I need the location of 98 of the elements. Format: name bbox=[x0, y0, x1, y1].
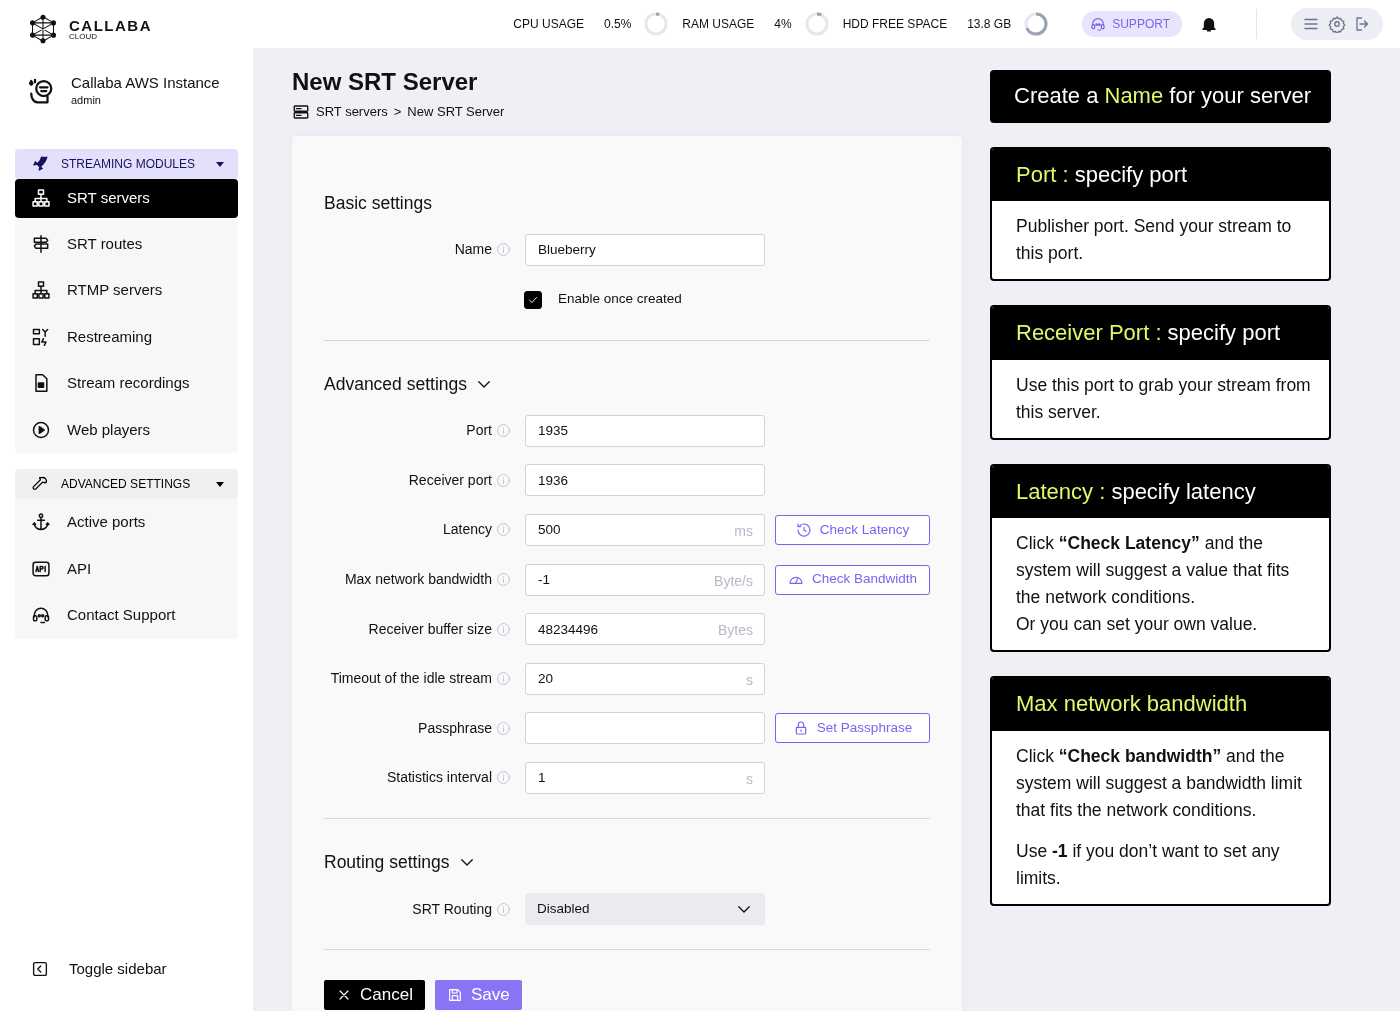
info-icon[interactable] bbox=[496, 901, 511, 917]
tip-text: Publisher port. Send your stream to this port. bbox=[1016, 215, 1293, 266]
input-field[interactable] bbox=[525, 712, 765, 745]
field-label: Receiver port bbox=[407, 470, 492, 490]
info-icon[interactable] bbox=[496, 720, 511, 736]
metric-value: 0.5% bbox=[604, 16, 632, 33]
unit-label: Byte/s bbox=[714, 571, 753, 591]
sidebar-item[interactable]: Stream recordings bbox=[15, 360, 238, 407]
dropdown[interactable]: Disabled bbox=[525, 893, 765, 926]
info-icon[interactable] bbox=[496, 522, 511, 538]
usage-ring bbox=[643, 11, 670, 37]
bell-icon[interactable] bbox=[1200, 15, 1218, 33]
sidebar-item[interactable]: Contact Support bbox=[15, 592, 238, 639]
brand-tagline: CLOUD bbox=[69, 32, 98, 41]
save-button[interactable]: Save bbox=[434, 980, 522, 1011]
sidebar-item[interactable]: RTMP servers bbox=[15, 267, 238, 314]
sidebar-item[interactable]: SRT routes bbox=[15, 220, 238, 267]
info-icon[interactable] bbox=[496, 671, 511, 687]
logo-icon bbox=[29, 14, 57, 44]
field-label: SRT Routing bbox=[411, 899, 492, 919]
unit-label: s bbox=[746, 670, 753, 690]
signpost-icon bbox=[31, 233, 51, 254]
sidebar-item[interactable]: Active ports bbox=[15, 499, 238, 546]
action-button[interactable]: Check Latency bbox=[775, 514, 930, 545]
anchor-icon bbox=[31, 512, 51, 533]
toggle-sidebar-button[interactable]: Toggle sidebar bbox=[15, 956, 238, 981]
input-field[interactable]: 1936 bbox=[525, 464, 765, 497]
checkbox-label: Enable once created bbox=[558, 290, 682, 309]
metric-label: CPU USAGE bbox=[513, 16, 584, 33]
brand-name: CALLABA bbox=[69, 17, 152, 33]
unit-label: Bytes bbox=[718, 621, 753, 641]
field-label: Name bbox=[453, 240, 492, 260]
input-field[interactable]: 1935 bbox=[525, 414, 765, 447]
tip-text: Or you can set your own value. bbox=[1016, 613, 1259, 637]
headset-icon bbox=[1090, 16, 1107, 32]
tip-text: Use this port to grab your stream from this server. bbox=[1016, 373, 1311, 424]
metric-label: RAM USAGE bbox=[682, 16, 755, 33]
headset-icon bbox=[31, 605, 51, 626]
section-title: Routing settings bbox=[324, 850, 450, 874]
sidebar-item[interactable]: Web players bbox=[15, 406, 238, 453]
floppy-icon bbox=[446, 987, 463, 1004]
metric-value: 4% bbox=[774, 16, 792, 33]
grid-icon bbox=[31, 326, 51, 347]
tip-banner: Create a Name for your server bbox=[990, 70, 1331, 123]
breadcrumb-separator: > bbox=[393, 103, 402, 122]
checkbox[interactable] bbox=[524, 290, 542, 309]
info-icon[interactable] bbox=[496, 242, 511, 258]
tip-text: Click “Check Latency” and the system will suggest a value that fits the network conditions. bbox=[1016, 532, 1291, 610]
sidebar-group-header[interactable]: ADVANCED SETTINGS bbox=[15, 469, 238, 499]
field-label: Port bbox=[465, 421, 492, 441]
action-button[interactable]: Set Passphrase bbox=[775, 713, 930, 744]
instance-name: Callaba AWS Instance bbox=[71, 74, 220, 92]
network-icon bbox=[31, 280, 51, 301]
sidebar-item[interactable]: Restreaming bbox=[15, 313, 238, 360]
collapse-icon bbox=[31, 959, 49, 978]
field-label: Passphrase bbox=[417, 718, 492, 738]
field-label: Statistics interval bbox=[385, 768, 492, 788]
tip-title: Receiver Port : specify port bbox=[992, 307, 1329, 360]
tip-text: Click “Check bandwidth” and the system will suggest a bandwidth limit that fits the network conditions. bbox=[1016, 744, 1303, 822]
support-button[interactable]: SUPPORT bbox=[1082, 11, 1182, 37]
play-icon bbox=[31, 419, 51, 440]
breadcrumb-current: New SRT Server bbox=[407, 103, 505, 122]
info-icon[interactable] bbox=[496, 423, 511, 439]
field-label: Latency bbox=[441, 520, 492, 540]
sidebar-item[interactable]: SRT servers bbox=[15, 178, 238, 218]
section-title: Advanced settings bbox=[324, 372, 467, 396]
tip-title: Port : specify port bbox=[992, 148, 1329, 202]
tip-title: Latency : specify latency bbox=[992, 465, 1329, 519]
field-label: Receiver buffer size bbox=[367, 619, 492, 639]
action-button[interactable]: Check Bandwidth bbox=[775, 564, 930, 595]
field-label: Timeout of the idle stream bbox=[329, 669, 492, 689]
breadcrumb-link[interactable]: SRT servers bbox=[316, 102, 388, 122]
rocket-icon bbox=[31, 154, 49, 173]
network-icon bbox=[31, 188, 51, 208]
usage-ring bbox=[803, 11, 830, 37]
section-title: Basic settings bbox=[324, 191, 432, 215]
info-icon[interactable] bbox=[496, 621, 511, 637]
info-icon[interactable] bbox=[496, 770, 511, 786]
field-label: Max network bandwidth bbox=[343, 570, 492, 590]
server-icon bbox=[292, 102, 310, 121]
metric-label: HDD FREE SPACE bbox=[842, 16, 948, 33]
input-field[interactable]: Blueberry bbox=[525, 233, 765, 266]
tip-title: Max network bandwidth bbox=[992, 678, 1329, 731]
page-title: New SRT Server bbox=[292, 67, 479, 97]
sidebar-item[interactable]: API bbox=[15, 545, 238, 592]
info-icon[interactable] bbox=[496, 572, 511, 588]
metric-value: 13.8 GB bbox=[967, 16, 1012, 33]
user-role: admin bbox=[71, 93, 102, 108]
history-icon bbox=[795, 521, 812, 538]
settings-icon[interactable] bbox=[1328, 15, 1346, 33]
tip-text: Use -1 if you don’t want to set any limits. bbox=[1016, 839, 1281, 890]
wrench-icon bbox=[31, 475, 49, 493]
unit-label: ms bbox=[734, 521, 753, 541]
sidebar-group-header[interactable]: STREAMING MODULES bbox=[15, 148, 238, 179]
cancel-button[interactable]: Cancel bbox=[324, 980, 425, 1011]
info-icon[interactable] bbox=[496, 472, 511, 488]
usage-ring bbox=[1023, 11, 1050, 37]
unit-label: s bbox=[746, 769, 753, 789]
